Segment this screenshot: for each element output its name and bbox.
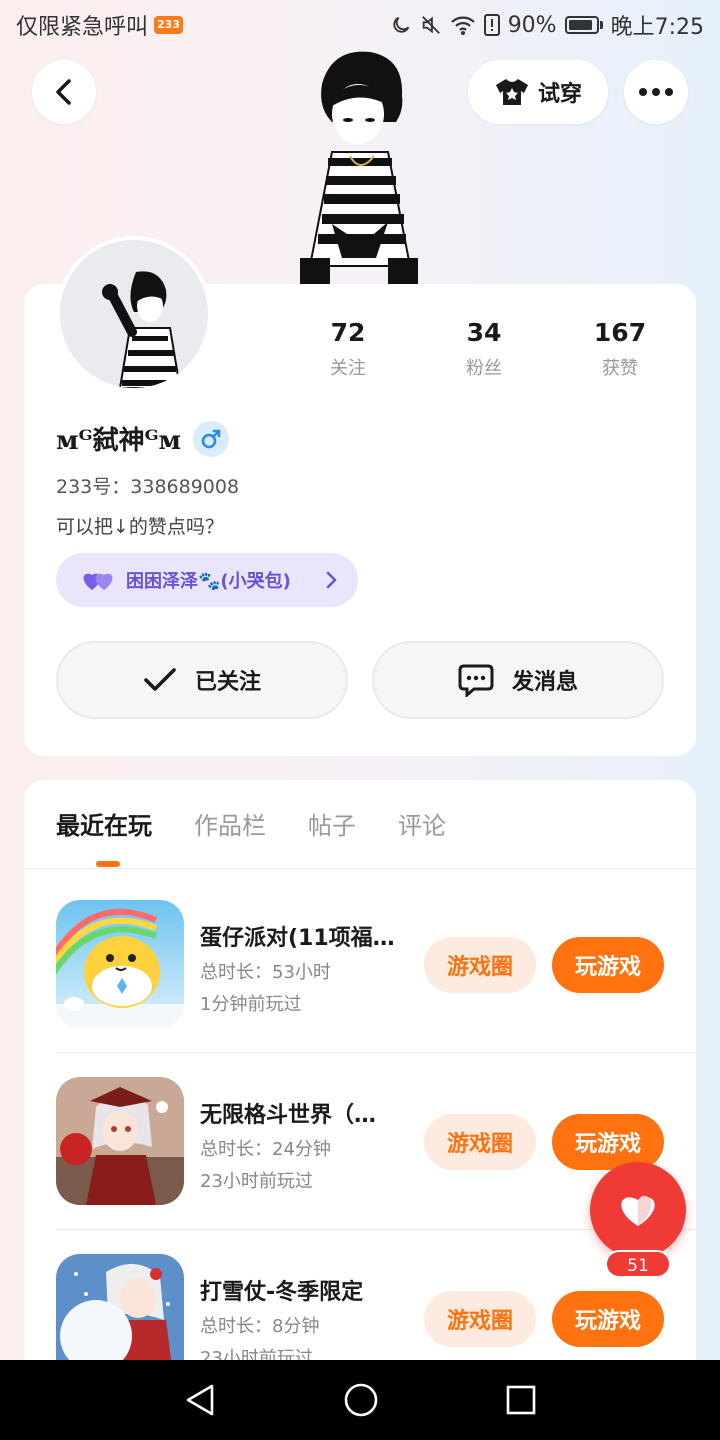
game-title: 打雪仗-冬季限定 — [200, 1280, 364, 1305]
status-right: 90% 晚上7:25 — [390, 9, 704, 41]
stat-likes[interactable]: 167 获赞 — [552, 316, 688, 380]
couple-tag-label: 困困泽泽🐾(小哭包) — [126, 571, 291, 592]
checkmark-icon — [144, 668, 176, 691]
heart-icon — [621, 1195, 655, 1226]
game-circle-button[interactable]: 游戏圈 — [424, 937, 536, 993]
play-game-button[interactable]: 玩游戏 — [552, 937, 664, 993]
game-duration: 总时长：53小时 — [200, 962, 331, 983]
profile-stats: 72 关注 34 粉丝 167 获赞 — [280, 316, 688, 380]
nav-recents-icon[interactable] — [506, 1385, 536, 1415]
tab-comments[interactable]: 评论 — [398, 806, 446, 846]
try-on-label: 试穿 — [537, 82, 582, 107]
stat-value: 167 — [593, 318, 647, 347]
stat-following[interactable]: 72 关注 — [280, 316, 416, 380]
game-icon-egg-party[interactable] — [56, 900, 184, 1028]
play-game-button[interactable]: 玩游戏 — [552, 1114, 664, 1170]
game-icon-infinite-fighting[interactable] — [56, 1077, 184, 1205]
play-game-button[interactable]: 玩游戏 — [552, 1291, 664, 1347]
clock: 晚上7:25 — [610, 15, 704, 40]
avatar[interactable] — [56, 236, 212, 392]
nickname-row: ᴍᴳ弑神ᴳᴍ — [56, 420, 230, 457]
stat-value: 72 — [330, 318, 366, 347]
wifi-icon — [450, 16, 475, 35]
tab-works[interactable]: 作品栏 — [194, 806, 266, 846]
game-duration: 总时长：24分钟 — [200, 1139, 331, 1160]
game-duration: 总时长：8分钟 — [200, 1316, 320, 1337]
game-title: 蛋仔派对(11项福… — [200, 926, 395, 951]
stat-label: 获赞 — [602, 358, 638, 379]
status-bar: 仅限紧急呼叫 233 90% 晚上7:25 — [0, 0, 720, 50]
nav-home-icon[interactable] — [344, 1383, 378, 1417]
divider — [56, 1052, 696, 1053]
active-tab-indicator — [96, 861, 120, 867]
game-row[interactable]: 蛋仔派对(11项福… 总时长：53小时 1分钟前玩过 游戏圈 玩游戏 — [56, 900, 664, 1076]
tab-recently-played[interactable]: 最近在玩 — [56, 806, 152, 846]
nickname: ᴍᴳ弑神ᴳᴍ — [56, 426, 182, 456]
couple-tag[interactable]: 困困泽泽🐾(小哭包) — [56, 553, 358, 607]
moon-icon — [393, 16, 409, 33]
stat-followers[interactable]: 34 粉丝 — [416, 316, 552, 380]
more-dots-icon — [639, 88, 673, 96]
stat-value: 34 — [466, 318, 502, 347]
stat-label: 粉丝 — [466, 358, 502, 379]
male-gender-icon — [193, 420, 230, 457]
avatar-figure-image — [300, 51, 418, 284]
send-message-label: 发消息 — [511, 670, 578, 695]
bio: 可以把↓的赞点吗？ — [56, 516, 224, 538]
send-message-button[interactable]: 发消息 — [372, 641, 664, 719]
game-title: 无限格斗世界（… — [200, 1103, 377, 1128]
following-label: 已关注 — [194, 670, 261, 695]
double-heart-icon — [83, 573, 113, 590]
following-button[interactable]: 已关注 — [56, 641, 348, 719]
game-circle-button[interactable]: 游戏圈 — [424, 1114, 536, 1170]
nav-back-icon[interactable] — [184, 1383, 216, 1417]
tab-bar: 最近在玩 作品栏 帖子 评论 — [56, 806, 446, 846]
chevron-left-icon — [56, 79, 71, 105]
user-id: 233号：338689008 — [56, 476, 240, 498]
battery-icon — [564, 16, 603, 34]
divider — [24, 868, 696, 869]
try-on-button[interactable]: 试穿 — [468, 60, 608, 124]
chevron-right-icon — [326, 571, 337, 589]
status-left: 仅限紧急呼叫 233 — [16, 9, 183, 41]
stat-label: 关注 — [330, 358, 366, 379]
like-button[interactable] — [590, 1162, 686, 1258]
app-badge: 233 — [154, 16, 183, 34]
game-circle-button[interactable]: 游戏圈 — [424, 1291, 536, 1347]
game-last-played: 1分钟前玩过 — [200, 994, 302, 1015]
carrier-text: 仅限紧急呼叫 — [16, 15, 149, 40]
tab-posts[interactable]: 帖子 — [308, 806, 356, 846]
game-last-played: 23小时前玩过 — [200, 1171, 313, 1192]
navigation-bar — [0, 1360, 720, 1440]
more-options-button[interactable] — [624, 60, 688, 124]
battery-percent: 90% — [507, 12, 557, 38]
back-button[interactable] — [32, 60, 96, 124]
like-count: 51 — [605, 1250, 671, 1278]
avatar-image — [60, 240, 208, 388]
tshirt-icon — [495, 79, 528, 105]
sim-alert-icon — [483, 14, 500, 36]
game-row[interactable]: 无限格斗世界（… 总时长：24分钟 23小时前玩过 游戏圈 玩游戏 — [56, 1077, 664, 1253]
chat-bubble-icon — [458, 664, 494, 697]
mute-icon — [421, 16, 440, 34]
